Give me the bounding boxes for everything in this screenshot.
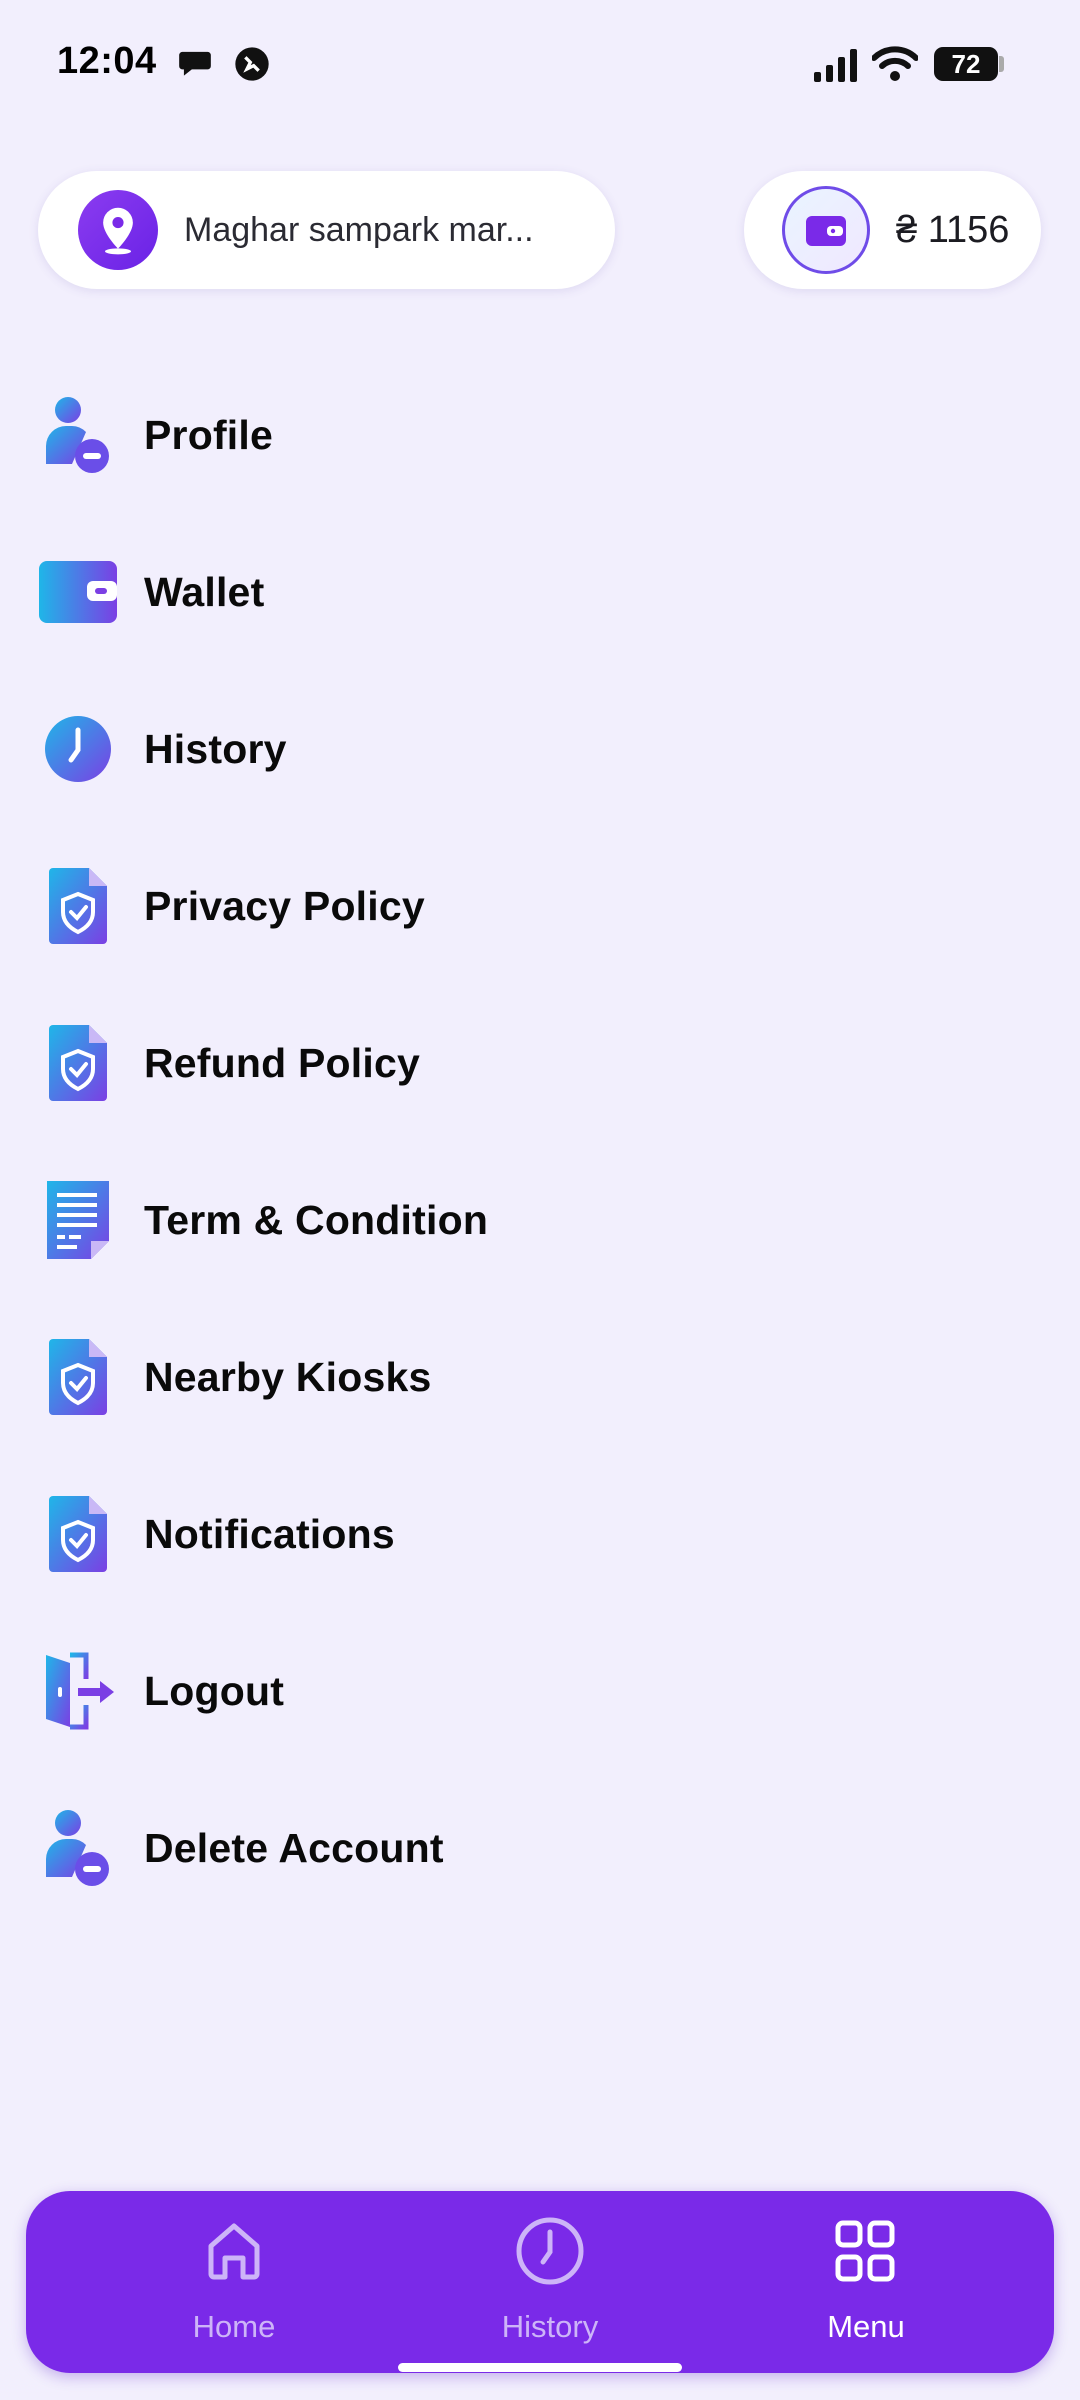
menu-item-refund-policy[interactable]: Refund Policy	[0, 998, 1080, 1128]
menu-screen: 12:04 72 Maghar sampark mar... ₴ 1156 Pr…	[0, 0, 1080, 2400]
menu-item-history[interactable]: History	[0, 684, 1080, 814]
menu-item-privacy-policy[interactable]: Privacy Policy	[0, 841, 1080, 971]
document-lines-icon	[36, 1178, 120, 1262]
menu-item-delete-account[interactable]: Delete Account	[0, 1783, 1080, 1913]
bottom-navigation: Home History Menu	[26, 2191, 1054, 2373]
menu-item-label: Logout	[144, 1667, 285, 1714]
menu-item-profile[interactable]: Profile	[0, 370, 1080, 500]
shield-document-icon	[36, 864, 120, 948]
status-bar: 12:04 72	[0, 0, 1080, 130]
menu-item-wallet[interactable]: Wallet	[0, 527, 1080, 657]
nav-history-label: History	[501, 2309, 599, 2344]
location-text: Maghar sampark mar...	[184, 210, 534, 249]
wallet-icon	[782, 186, 870, 274]
nav-menu[interactable]: Menu	[756, 2191, 976, 2373]
logout-door-icon	[36, 1649, 120, 1733]
nav-home[interactable]: Home	[124, 2191, 344, 2373]
location-pin-icon	[78, 190, 158, 270]
clock-icon	[36, 707, 120, 791]
clock-icon	[510, 2211, 590, 2291]
shield-document-icon	[36, 1021, 120, 1105]
menu-item-label: Wallet	[144, 568, 265, 615]
menu-item-nearby-kiosks[interactable]: Nearby Kiosks	[0, 1312, 1080, 1442]
signal-icon	[812, 48, 860, 87]
menu-item-label: Delete Account	[144, 1824, 444, 1871]
chat-bubble-icon	[176, 44, 214, 87]
menu-item-label: History	[144, 725, 287, 772]
status-time: 12:04	[57, 40, 157, 82]
user-minus-icon	[36, 393, 120, 477]
menu-item-label: Profile	[144, 411, 273, 458]
shield-document-icon	[36, 1492, 120, 1576]
nav-history[interactable]: History	[440, 2191, 660, 2373]
menu-item-logout[interactable]: Logout	[0, 1626, 1080, 1756]
wifi-icon	[871, 46, 919, 87]
nav-menu-label: Menu	[827, 2309, 905, 2344]
app-notification-icon	[232, 44, 272, 89]
grid-menu-icon	[826, 2211, 906, 2291]
menu-item-label: Nearby Kiosks	[144, 1353, 432, 1400]
menu-item-terms[interactable]: Term & Condition	[0, 1155, 1080, 1285]
menu-item-label: Privacy Policy	[144, 882, 425, 929]
menu-item-label: Notifications	[144, 1510, 395, 1557]
user-minus-icon	[36, 1806, 120, 1890]
home-icon	[194, 2211, 274, 2291]
wallet-icon	[36, 550, 120, 634]
menu-item-label: Refund Policy	[144, 1039, 420, 1086]
wallet-balance-pill[interactable]: ₴ 1156	[744, 171, 1041, 289]
shield-document-icon	[36, 1335, 120, 1419]
battery-tip	[999, 56, 1004, 72]
wallet-balance: ₴ 1156	[896, 208, 1010, 251]
home-indicator	[398, 2363, 682, 2372]
menu-item-label: Term & Condition	[144, 1196, 489, 1243]
battery-indicator: 72	[934, 47, 998, 81]
nav-home-label: Home	[192, 2309, 276, 2344]
menu-item-notifications[interactable]: Notifications	[0, 1469, 1080, 1599]
location-selector[interactable]: Maghar sampark mar...	[38, 171, 615, 289]
